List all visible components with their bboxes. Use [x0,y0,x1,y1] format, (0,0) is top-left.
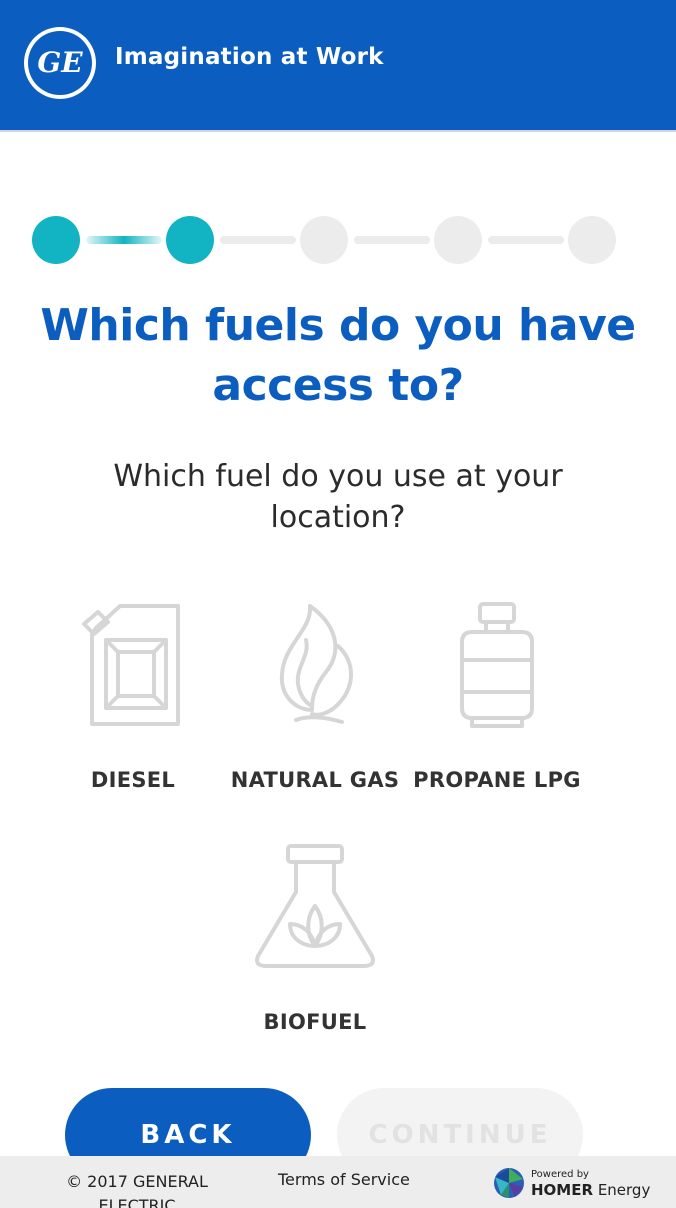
ge-logo-text: GE [37,46,83,79]
progress-stepper [32,216,622,266]
copyright-text: © 2017 GENERAL ELECTRIC [66,1172,208,1208]
powered-by-text: Powered by [531,1169,589,1180]
app-header: GE Imagination at Work [0,0,676,132]
question-subtitle: Which fuel do you use at your location? [113,459,563,535]
step-1-indicator [32,216,80,264]
flask-leaf-icon [255,844,375,968]
fuel-label-natural-gas: NATURAL GAS [230,768,400,792]
fuel-label-biofuel: BIOFUEL [263,1010,367,1034]
jerrycan-icon [82,604,180,726]
step-connector-4 [488,236,564,244]
footer: © 2017 GENERAL ELECTRIC Terms of Service… [0,1156,676,1208]
fuel-label-diesel: DIESEL [90,768,176,792]
homer-globe-icon [494,1168,524,1198]
fuel-option-diesel[interactable]: DIESEL [43,600,223,794]
step-connector-1 [86,236,162,244]
question-title: Which fuels do you have access to? [40,300,636,411]
step-4-indicator [434,216,482,264]
ge-logo-ring: GE [28,31,92,95]
fuel-option-biofuel[interactable]: BIOFUEL [225,842,405,1036]
terms-of-service-link[interactable]: Terms of Service [278,1170,410,1190]
homer-brand-bold: HOMER [531,1181,594,1199]
homer-energy-logo[interactable]: Powered by HOMER Energy [493,1167,653,1201]
header-tagline: Imagination at Work [115,44,384,70]
homer-brand-light: Energy [597,1181,651,1199]
step-5-indicator [568,216,616,264]
step-2-indicator [166,216,214,264]
step-connector-3 [354,236,430,244]
homer-energy-brand: HOMER Energy [531,1181,650,1199]
fuel-label-propane: PROPANE LPG [413,768,581,792]
ge-logo[interactable]: GE [24,27,96,99]
flame-icon [279,604,353,724]
fuel-option-natural-gas[interactable]: NATURAL GAS [225,600,405,794]
step-3-indicator [300,216,348,264]
gas-cylinder-icon [460,602,534,728]
step-connector-2 [220,236,296,244]
fuel-option-propane[interactable]: PROPANE LPG [407,600,587,794]
